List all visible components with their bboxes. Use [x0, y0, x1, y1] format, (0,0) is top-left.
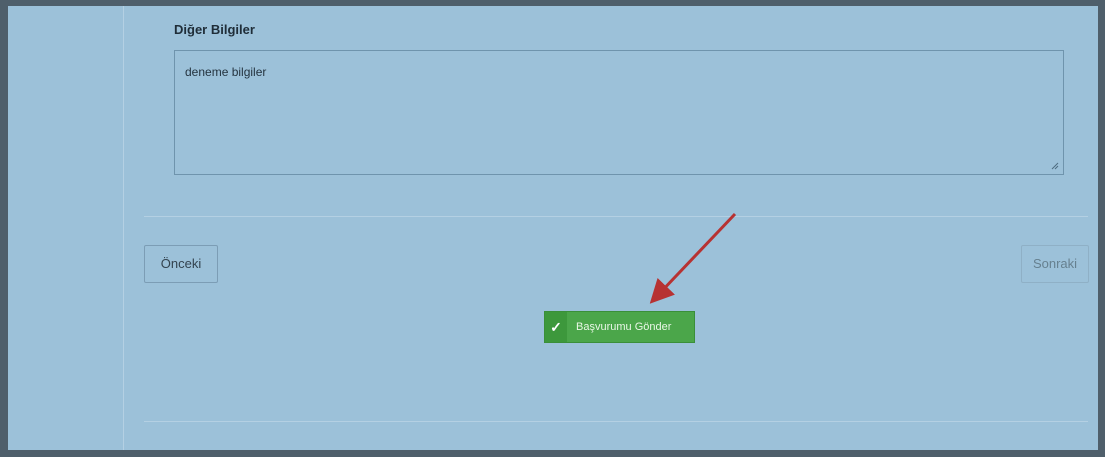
resize-handle-icon[interactable]	[1051, 162, 1059, 170]
divider-bottom	[144, 421, 1088, 422]
textarea-value: deneme bilgiler	[185, 65, 267, 79]
submit-application-button[interactable]: ✓ Başvurumu Gönder	[544, 311, 695, 343]
next-button[interactable]: Sonraki	[1021, 245, 1089, 283]
field-label-other-info: Diğer Bilgiler	[174, 22, 255, 37]
submit-button-label: Başvurumu Gönder	[576, 321, 672, 333]
previous-button[interactable]: Önceki	[144, 245, 218, 283]
left-divider	[123, 6, 124, 450]
other-info-textarea[interactable]: deneme bilgiler	[174, 50, 1064, 175]
divider-top	[144, 216, 1088, 217]
annotation-arrow-icon	[649, 212, 737, 304]
check-icon: ✓	[545, 312, 567, 342]
form-page: Diğer Bilgiler deneme bilgiler Önceki So…	[8, 6, 1098, 450]
